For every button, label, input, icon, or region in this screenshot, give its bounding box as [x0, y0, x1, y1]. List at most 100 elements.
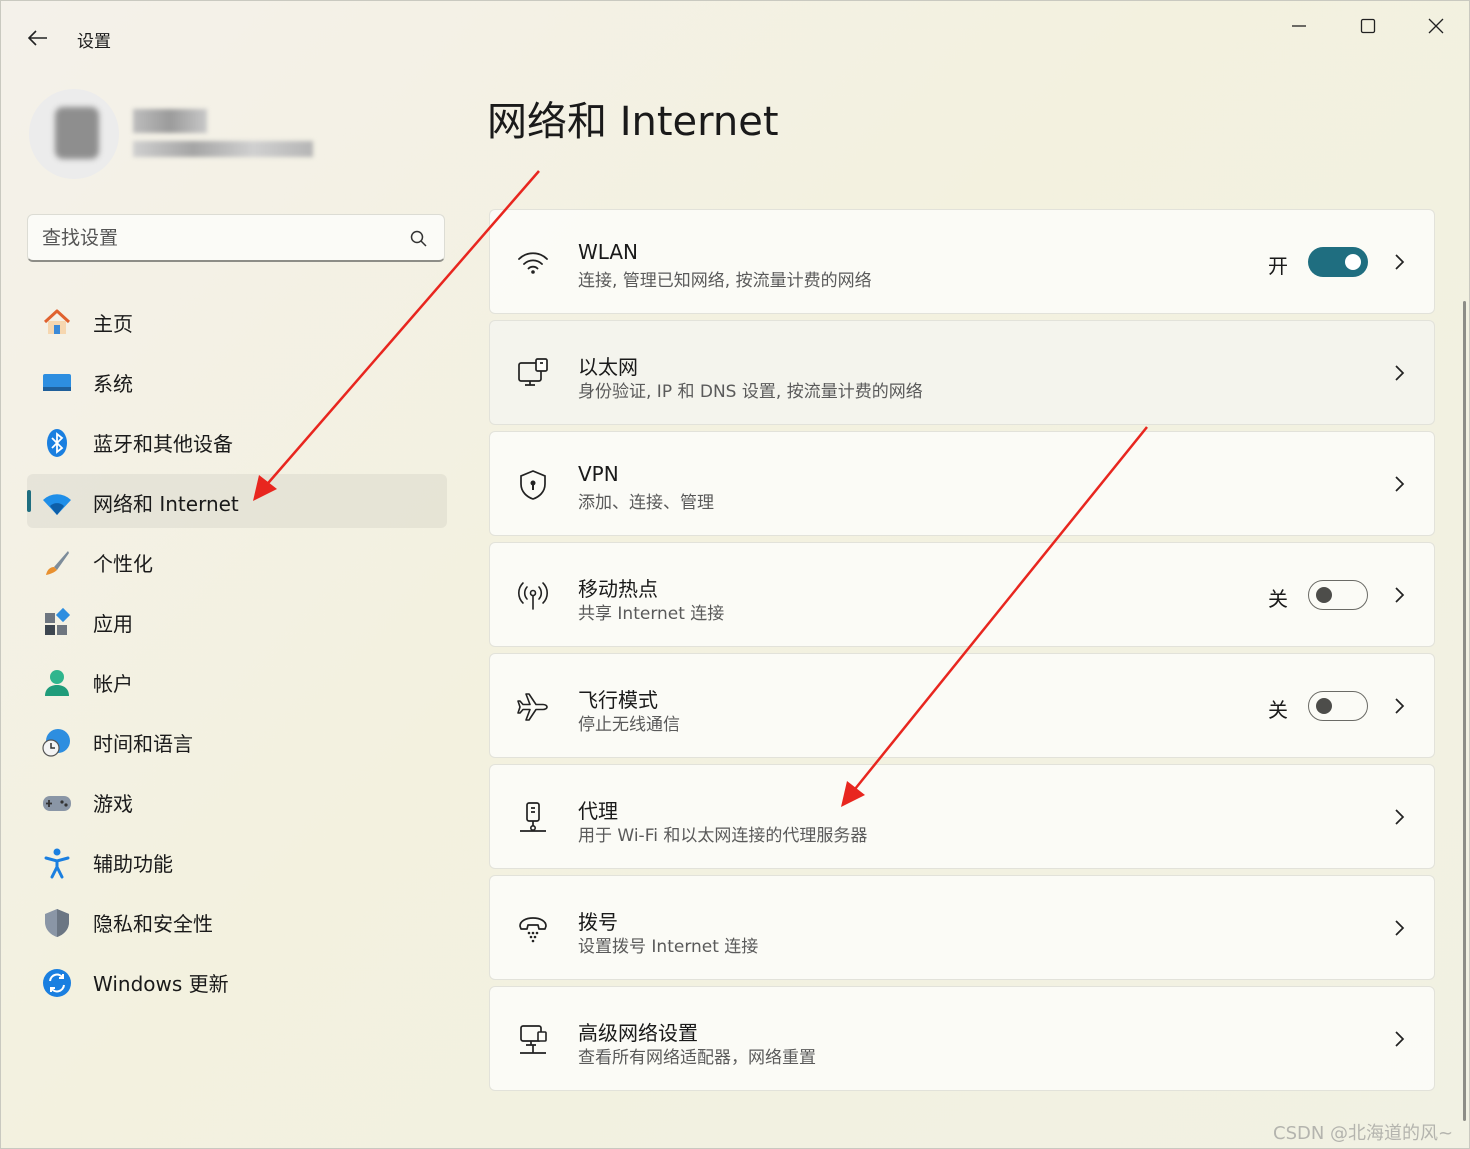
- sidebar-item-label: 主页: [93, 312, 133, 336]
- system-icon: [43, 374, 71, 391]
- toggle-state-label: 开: [1268, 254, 1288, 278]
- settings-list: WLAN 连接, 管理已知网络, 按流量计费的网络 开 以太网 身份验证, IP…: [489, 209, 1435, 1097]
- setting-card-proxy[interactable]: 代理 用于 Wi-Fi 和以太网连接的代理服务器: [489, 764, 1435, 869]
- home-icon: [43, 309, 71, 334]
- sidebar-item-label: Windows 更新: [93, 972, 229, 996]
- card-title: 飞行模式: [578, 688, 658, 712]
- sidebar-item-home[interactable]: 主页: [27, 294, 447, 348]
- advanced-network-icon: [520, 1025, 547, 1054]
- globe-clock-icon: [42, 729, 70, 757]
- chevron-right-icon: [1395, 476, 1405, 492]
- sidebar-item-system[interactable]: 系统: [27, 354, 447, 408]
- proxy-icon: [520, 802, 546, 832]
- maximize-icon: [1360, 18, 1376, 34]
- avatar[interactable]: [29, 89, 119, 179]
- app-title: 设置: [77, 32, 111, 52]
- gamepad-icon: [43, 796, 71, 811]
- update-icon: [43, 969, 71, 997]
- sidebar-item-bluetooth[interactable]: 蓝牙和其他设备: [27, 414, 447, 468]
- toggle-state-label: 关: [1268, 698, 1288, 722]
- setting-card-vpn[interactable]: VPN 添加、连接、管理: [489, 431, 1435, 536]
- watermark: CSDN @北海道的风~: [1273, 1123, 1454, 1144]
- sidebar-item-label: 蓝牙和其他设备: [93, 432, 233, 456]
- scrollbar[interactable]: [1463, 301, 1466, 1121]
- toggle-state-label: 关: [1268, 587, 1288, 611]
- sidebar-item-apps[interactable]: 应用: [27, 594, 447, 648]
- sidebar-item-label: 个性化: [93, 552, 153, 576]
- account-icon: [45, 670, 69, 696]
- card-title: 代理: [578, 799, 618, 823]
- card-title: 高级网络设置: [578, 1021, 698, 1045]
- chevron-right-icon: [1395, 920, 1405, 936]
- apps-icon: [45, 607, 71, 635]
- sidebar-item-accessibility[interactable]: 辅助功能: [27, 834, 447, 888]
- airplane-icon: [517, 693, 548, 721]
- search-icon[interactable]: [410, 230, 428, 248]
- chevron-right-icon: [1395, 365, 1405, 381]
- sidebar-item-label: 应用: [93, 612, 133, 636]
- card-description: 添加、连接、管理: [578, 493, 714, 513]
- chevron-right-icon: [1395, 1031, 1405, 1047]
- sidebar-item-windows-update[interactable]: Windows 更新: [27, 954, 447, 1008]
- setting-card-airplane-mode[interactable]: 飞行模式 停止无线通信 关: [489, 653, 1435, 758]
- accessibility-icon: [44, 848, 70, 879]
- wifi-icon: [43, 494, 71, 515]
- sidebar-item-privacy[interactable]: 隐私和安全性: [27, 894, 447, 948]
- sidebar-nav: 主页 系统 蓝牙和其他设备 网络和 Internet 个性化 应用 帐户 时间和…: [27, 294, 447, 1014]
- search-box[interactable]: [27, 214, 445, 262]
- hotspot-icon: [518, 582, 548, 610]
- airplane-mode-toggle[interactable]: [1308, 691, 1368, 721]
- card-description: 身份验证, IP 和 DNS 设置, 按流量计费的网络: [578, 382, 923, 402]
- brush-icon: [46, 551, 69, 575]
- back-button[interactable]: [21, 21, 55, 55]
- card-description: 设置拨号 Internet 连接: [578, 937, 759, 957]
- setting-card-advanced-network[interactable]: 高级网络设置 查看所有网络适配器，网络重置: [489, 986, 1435, 1091]
- sidebar-item-network[interactable]: 网络和 Internet: [27, 474, 447, 528]
- profile-email-blurred: [133, 141, 313, 157]
- setting-card-hotspot[interactable]: 移动热点 共享 Internet 连接 关: [489, 542, 1435, 647]
- card-title: 以太网: [578, 355, 638, 379]
- card-title: WLAN: [578, 240, 639, 264]
- card-description: 用于 Wi-Fi 和以太网连接的代理服务器: [578, 826, 868, 846]
- wifi-icon: [518, 252, 548, 274]
- profile-name-blurred: [133, 109, 207, 133]
- chevron-right-icon: [1395, 698, 1405, 714]
- card-description: 停止无线通信: [578, 715, 680, 735]
- sidebar-item-gaming[interactable]: 游戏: [27, 774, 447, 828]
- sidebar-item-label: 隐私和安全性: [93, 912, 213, 936]
- close-button[interactable]: [1408, 9, 1464, 43]
- sidebar-item-label: 时间和语言: [93, 732, 193, 756]
- hotspot-toggle[interactable]: [1308, 580, 1368, 610]
- ethernet-icon: [518, 358, 548, 386]
- chevron-right-icon: [1395, 254, 1405, 270]
- close-icon: [1428, 18, 1444, 34]
- card-description: 共享 Internet 连接: [578, 604, 725, 624]
- setting-card-dialup[interactable]: 拨号 设置拨号 Internet 连接: [489, 875, 1435, 980]
- wlan-toggle[interactable]: [1308, 247, 1368, 277]
- sidebar-item-accounts[interactable]: 帐户: [27, 654, 447, 708]
- maximize-button[interactable]: [1340, 9, 1396, 43]
- setting-card-wlan[interactable]: WLAN 连接, 管理已知网络, 按流量计费的网络 开: [489, 209, 1435, 314]
- chevron-right-icon: [1395, 809, 1405, 825]
- sidebar-item-label: 辅助功能: [93, 852, 173, 876]
- card-title: 拨号: [578, 910, 618, 934]
- card-title: 移动热点: [578, 577, 658, 601]
- minimize-icon: [1292, 25, 1306, 27]
- sidebar-item-time-language[interactable]: 时间和语言: [27, 714, 447, 768]
- sidebar-item-label: 游戏: [93, 792, 133, 816]
- sidebar-item-personalization[interactable]: 个性化: [27, 534, 447, 588]
- chevron-right-icon: [1395, 587, 1405, 603]
- vpn-shield-icon: [520, 470, 546, 500]
- sidebar-item-label: 系统: [93, 372, 133, 396]
- title-bar: 设置: [1, 1, 1470, 73]
- minimize-button[interactable]: [1271, 9, 1327, 43]
- search-input[interactable]: [42, 225, 392, 251]
- sidebar-item-label: 网络和 Internet: [93, 492, 239, 516]
- bluetooth-icon: [47, 429, 67, 457]
- card-description: 连接, 管理已知网络, 按流量计费的网络: [578, 271, 872, 291]
- page-title: 网络和 Internet: [487, 99, 779, 145]
- sidebar-item-label: 帐户: [93, 672, 133, 696]
- setting-card-ethernet[interactable]: 以太网 身份验证, IP 和 DNS 设置, 按流量计费的网络: [489, 320, 1435, 425]
- dialup-icon: [519, 917, 547, 943]
- card-title: VPN: [578, 462, 619, 486]
